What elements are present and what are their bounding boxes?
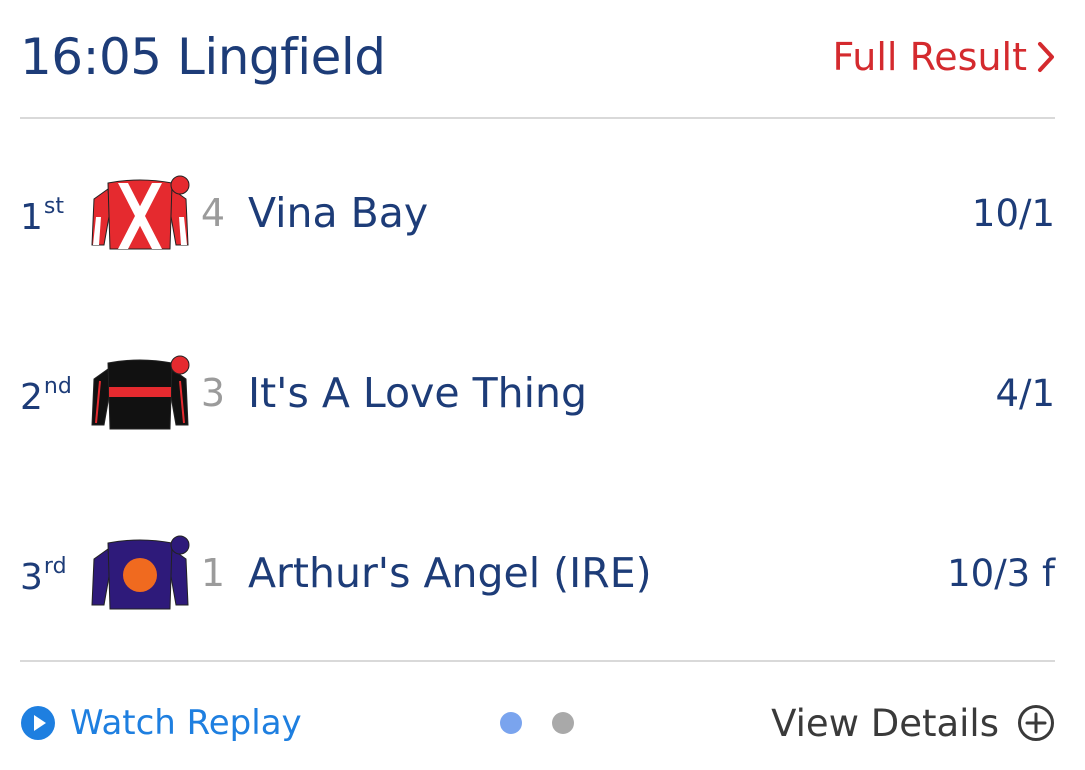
race-result-card: 16:05 Lingfield Full Result 1st 4 Vina B… [0, 0, 1085, 770]
odds: 10/1 [971, 191, 1055, 235]
jockey-silk-icon [91, 535, 190, 610]
runner-row[interactable]: 2nd 3 It's A Love Thing 4/1 [20, 348, 1055, 438]
race-header: 16:05 Lingfield Full Result [20, 22, 1055, 92]
watch-replay-label: Watch Replay [70, 703, 302, 743]
runner-row[interactable]: 1st 4 Vina Bay 10/1 [20, 168, 1055, 258]
card-footer: Watch Replay View Details [20, 695, 1055, 751]
pager-dot-1[interactable] [500, 712, 522, 734]
odds: 4/1 [995, 371, 1055, 415]
odds: 10/3 f [947, 551, 1055, 595]
finish-position: 2nd [20, 374, 90, 418]
horse-name: Arthur's Angel (IRE) [248, 549, 652, 597]
position-suffix: st [43, 194, 64, 219]
race-title: 16:05 Lingfield [20, 28, 386, 86]
cloth-number: 1 [200, 551, 226, 595]
position-number: 1 [20, 197, 43, 238]
carousel-pager [500, 712, 604, 734]
horse-name: Vina Bay [248, 189, 429, 237]
position-number: 2 [20, 377, 43, 418]
cloth-number: 4 [200, 191, 226, 235]
position-number: 3 [20, 557, 43, 598]
full-result-link[interactable]: Full Result [833, 35, 1055, 79]
position-suffix: nd [43, 374, 72, 399]
play-circle-icon [21, 706, 55, 740]
plus-circle-icon [1018, 705, 1054, 741]
runner-row[interactable]: 3rd 1 Arthur's Angel (IRE) 10/3 f [20, 528, 1055, 618]
watch-replay-button[interactable]: Watch Replay [20, 703, 302, 743]
finish-position: 3rd [20, 554, 90, 598]
footer-divider [20, 660, 1055, 662]
jockey-silk-icon [91, 355, 190, 430]
finish-position: 1st [20, 194, 90, 238]
horse-name: It's A Love Thing [248, 369, 588, 417]
cloth-number: 3 [200, 371, 226, 415]
pager-dot-2[interactable] [552, 712, 574, 734]
header-divider [20, 117, 1055, 119]
full-result-label: Full Result [832, 35, 1027, 79]
chevron-right-icon [1038, 42, 1054, 72]
view-details-button[interactable]: View Details [771, 702, 1055, 745]
jockey-silk-icon [91, 175, 190, 250]
position-suffix: rd [43, 554, 67, 579]
view-details-label: View Details [771, 701, 999, 745]
